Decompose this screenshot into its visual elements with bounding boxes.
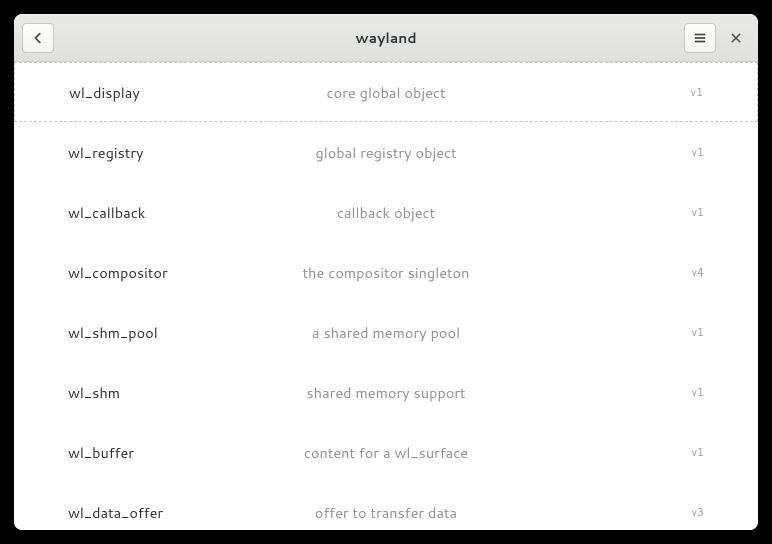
interface-name: wl_shm: [68, 382, 120, 403]
headerbar-right: [684, 23, 750, 53]
interface-name: wl_shm_pool: [68, 322, 158, 343]
chevron-left-icon: [31, 31, 45, 45]
interface-description: shared memory support: [306, 382, 465, 403]
headerbar: wayland: [14, 14, 758, 62]
interface-version: v4: [692, 264, 704, 280]
interface-version: v3: [692, 504, 704, 520]
list-item[interactable]: wl_shm_pool a shared memory pool v1: [14, 302, 758, 362]
interface-version: v1: [692, 444, 704, 460]
list-item[interactable]: wl_data_offer offer to transfer data v3: [14, 482, 758, 530]
list-item[interactable]: wl_compositor the compositor singleton v4: [14, 242, 758, 302]
window: wayland wl_displaycore: [14, 14, 758, 530]
interface-description: core global object: [327, 82, 446, 103]
page-title: wayland: [14, 28, 758, 48]
menu-button[interactable]: [684, 23, 716, 53]
interface-description: callback object: [337, 202, 435, 223]
close-icon: [730, 32, 742, 44]
interface-description: content for a wl_surface: [304, 442, 468, 463]
hamburger-icon: [693, 31, 707, 45]
interface-version: v1: [692, 144, 704, 160]
interface-name: wl_display: [69, 82, 140, 103]
interface-description: a shared memory pool: [312, 322, 460, 343]
interface-name: wl_callback: [68, 202, 145, 223]
list-item[interactable]: wl_display core global object v1: [14, 62, 758, 122]
headerbar-left: [22, 23, 54, 53]
interface-description: offer to transfer data: [315, 502, 457, 523]
interface-list[interactable]: wl_displaycore global objectv1wl_registr…: [14, 62, 758, 530]
interface-version: v1: [692, 384, 704, 400]
interface-name: wl_registry: [68, 142, 144, 163]
interface-name: wl_buffer: [68, 442, 134, 463]
interface-version: v1: [692, 324, 704, 340]
close-button[interactable]: [722, 24, 750, 52]
list-item[interactable]: wl_shm shared memory support v1: [14, 362, 758, 422]
interface-name: wl_compositor: [68, 262, 168, 283]
interface-name: wl_data_offer: [68, 502, 163, 523]
interface-description: global registry object: [315, 142, 456, 163]
list-item[interactable]: wl_buffer content for a wl_surface v1: [14, 422, 758, 482]
list-item[interactable]: wl_registry global registry object v1: [14, 122, 758, 182]
interface-version: v1: [691, 84, 703, 100]
interface-version: v1: [692, 204, 704, 220]
list-item[interactable]: wl_callback callback object v1: [14, 182, 758, 242]
back-button[interactable]: [22, 23, 54, 53]
interface-description: the compositor singleton: [303, 262, 470, 283]
